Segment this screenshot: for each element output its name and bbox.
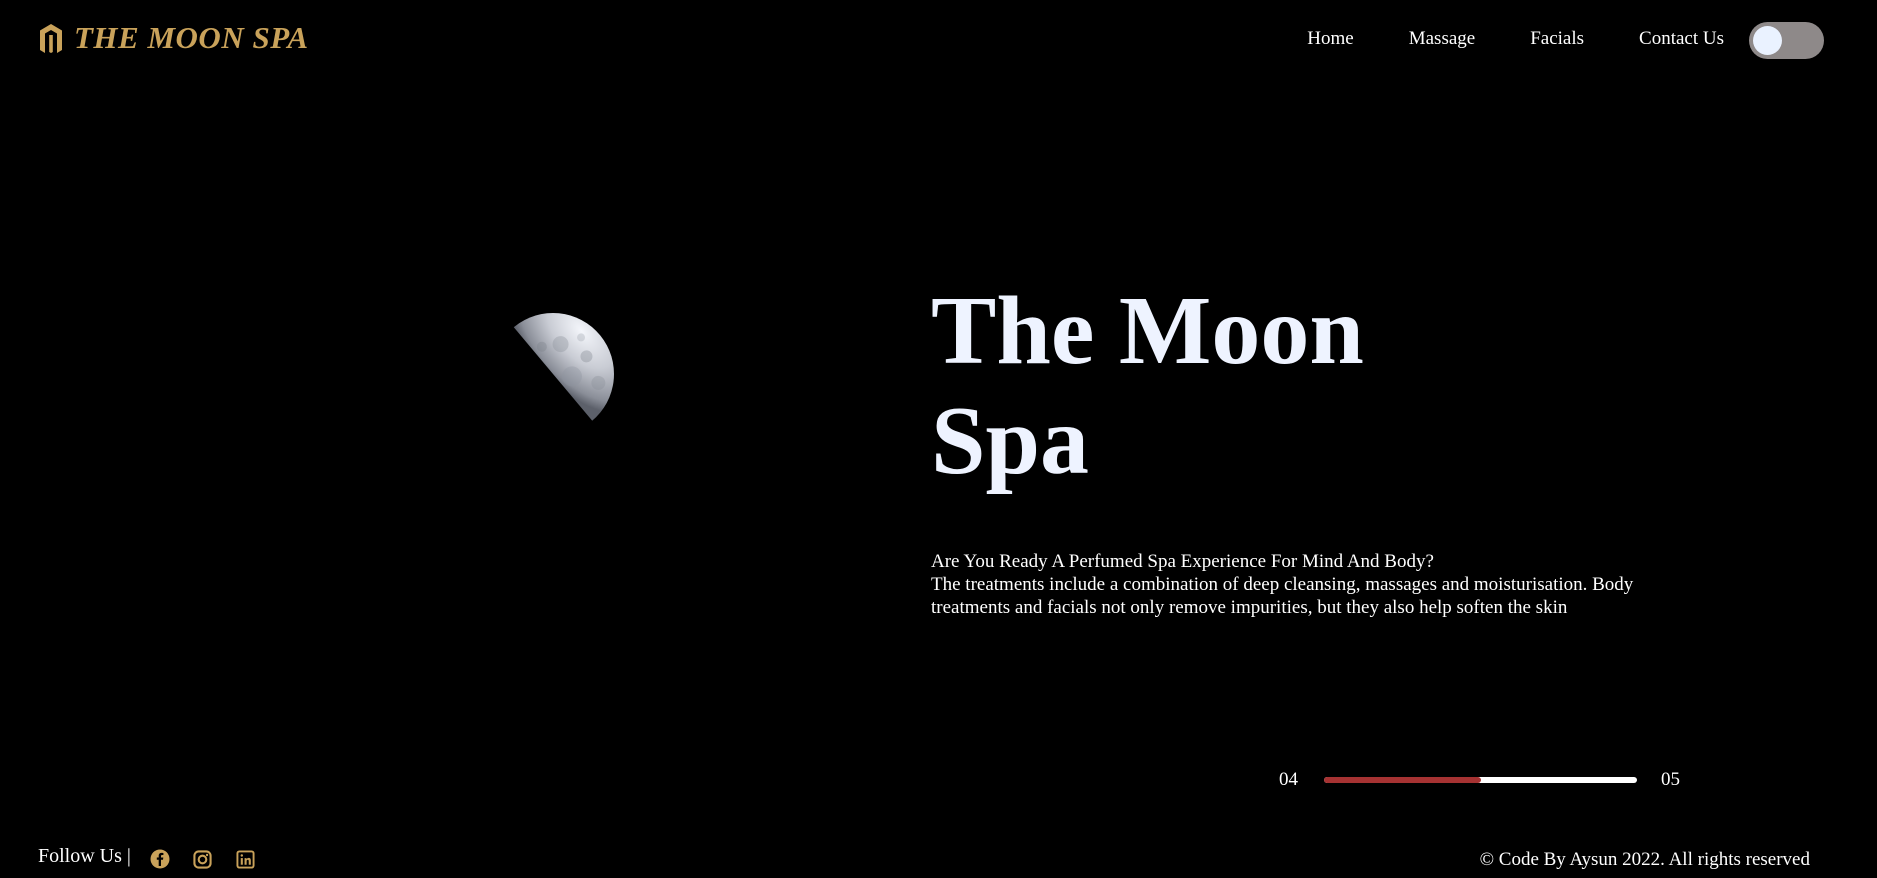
slide-current-number: 04	[1279, 769, 1298, 790]
follow-us: Follow Us |	[38, 842, 278, 870]
follow-us-label: Follow Us |	[38, 844, 131, 867]
hero-description: The treatments include a combination of …	[931, 574, 1634, 618]
instagram-icon[interactable]	[192, 848, 214, 870]
hero-title: The Moon Spa	[931, 277, 1364, 495]
main-nav: Home Massage Facials Contact Us	[1307, 28, 1724, 50]
linkedin-icon[interactable]	[235, 848, 257, 870]
copyright-text: © Code By Aysun 2022. All rights reserve…	[1479, 849, 1810, 870]
brand-logo[interactable]: THE MOON SPA	[38, 20, 309, 56]
slide-total-number: 05	[1661, 769, 1680, 790]
half-moon-image	[509, 313, 614, 430]
nav-item-facials[interactable]: Facials	[1530, 28, 1584, 50]
theme-toggle[interactable]	[1749, 22, 1824, 59]
brand-name: THE MOON SPA	[74, 20, 309, 55]
toggle-knob	[1753, 26, 1782, 55]
page: THE MOON SPA Home Massage Facials Contac…	[0, 0, 1877, 878]
hexagon-logo-icon	[38, 22, 64, 54]
slide-progress-fill	[1324, 777, 1481, 783]
nav-item-massage[interactable]: Massage	[1409, 28, 1475, 50]
hero-subtitle: Are You Ready A Perfumed Spa Experience …	[931, 551, 1434, 572]
facebook-icon[interactable]	[149, 848, 171, 870]
nav-item-home[interactable]: Home	[1307, 28, 1353, 50]
nav-item-contact-us[interactable]: Contact Us	[1639, 28, 1724, 50]
slide-progress-bar[interactable]	[1324, 777, 1637, 783]
